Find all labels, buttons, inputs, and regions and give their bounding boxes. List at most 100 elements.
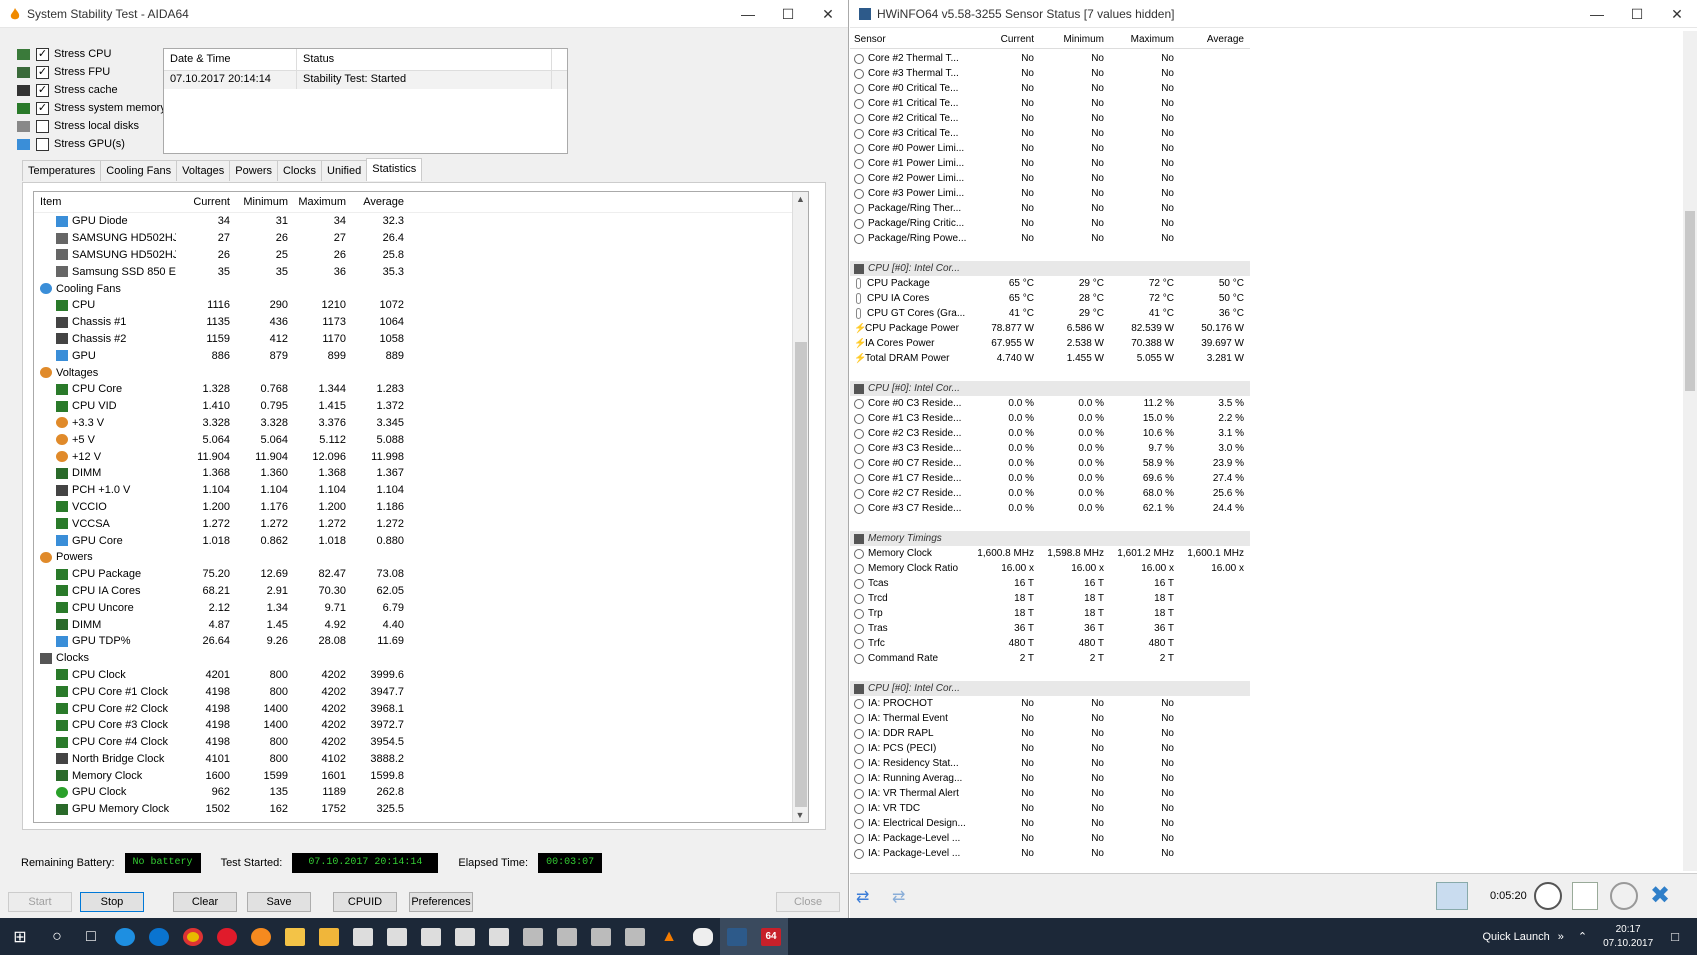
sensor-row[interactable]: Tras 36 T 36 T 36 T [850, 621, 1250, 636]
close-icon[interactable]: ✖ [1650, 882, 1670, 910]
sensor-row[interactable]: CPU GT Cores (Gra... 41 °C 29 °C 41 °C 36 °C [850, 306, 1250, 321]
sensor-row[interactable]: Core #1 Power Limi... No No No [850, 156, 1250, 171]
sensor-row[interactable]: Memory Clock 1,600.8 MHz 1,598.8 MHz 1,601.… [850, 546, 1250, 561]
table-row[interactable]: Samsung SSD 850 EV... 35 35 36 35.3 [34, 263, 808, 280]
maximize-button[interactable]: ☐ [1617, 0, 1657, 28]
table-row[interactable]: CPU IA Cores 68.21 2.91 70.30 62.05 [34, 583, 808, 600]
col-maximum[interactable]: Maximum [1108, 34, 1178, 45]
sensor-group[interactable]: CPU [#0]: Intel Cor... [850, 381, 1250, 396]
sensor-row[interactable]: IA: Package-Level ... No No No [850, 846, 1250, 861]
scroll-thumb[interactable] [1685, 211, 1695, 391]
clapper-icon[interactable] [482, 918, 516, 955]
stop-button[interactable]: Stop [80, 892, 144, 912]
sensor-row[interactable]: CPU Package 65 °C 29 °C 72 °C 50 °C [850, 276, 1250, 291]
sensor-row[interactable]: Trp 18 T 18 T 18 T [850, 606, 1250, 621]
sensor-row[interactable]: Trfc 480 T 480 T 480 T [850, 636, 1250, 651]
report-icon[interactable] [1572, 882, 1598, 910]
table-row[interactable]: GPU 886 879 899 889 [34, 347, 808, 364]
sensor-row[interactable]: Package/Ring Powe... No No No [850, 231, 1250, 246]
sensor-row[interactable]: IA: PCS (PECI) No No No [850, 741, 1250, 756]
close-window-button[interactable]: ✕ [808, 0, 848, 28]
sensor-row[interactable]: IA: PROCHOT No No No [850, 696, 1250, 711]
stress-checkbox[interactable]: ✓ [36, 47, 49, 61]
chevron-icon[interactable]: » [1558, 931, 1564, 943]
sensor-row[interactable]: ⚡ CPU Package Power 78.877 W 6.586 W 82.539 … [850, 321, 1250, 336]
sensor-row[interactable]: Package/Ring Ther... No No No [850, 201, 1250, 216]
clock-icon[interactable] [1534, 882, 1562, 910]
sensor-row[interactable]: ⚡ Total DRAM Power 4.740 W 1.455 W 5.055 W 3.… [850, 351, 1250, 366]
sensor-row[interactable]: IA: Running Averag... No No No [850, 771, 1250, 786]
scroll-down-arrow[interactable]: ▼ [793, 808, 807, 822]
sensor-row[interactable]: Core #3 Critical Te... No No No [850, 126, 1250, 141]
clapper-icon[interactable] [380, 918, 414, 955]
table-row[interactable]: Chassis #1 1135 436 1173 1064 [34, 314, 808, 331]
table-row[interactable]: GPU Clock 962 135 1189 262.8 [34, 784, 808, 801]
sensor-group[interactable]: CPU [#0]: Intel Cor... [850, 681, 1250, 696]
sensor-row[interactable]: Core #0 Power Limi... No No No [850, 141, 1250, 156]
tab-clocks[interactable]: Clocks [276, 160, 322, 181]
col-current[interactable]: Current [176, 196, 234, 208]
chrome-icon[interactable] [176, 918, 210, 955]
media-player-icon[interactable] [312, 918, 346, 955]
stress-option[interactable]: Stress local disks [17, 117, 166, 135]
group-row[interactable]: Voltages [34, 364, 808, 381]
table-row[interactable]: CPU Clock 4201 800 4202 3999.6 [34, 667, 808, 684]
tab-cooling-fans[interactable]: Cooling Fans [100, 160, 178, 181]
sensor-row[interactable]: Command Rate 2 T 2 T 2 T [850, 651, 1250, 666]
sensor-row[interactable]: Core #3 Thermal T... No No No [850, 66, 1250, 81]
sensor-row[interactable]: Core #2 Critical Te... No No No [850, 111, 1250, 126]
sensor-row[interactable]: Core #1 C7 Reside... 0.0 % 0.0 % 69.6 % 27.4… [850, 471, 1250, 486]
edge-icon[interactable] [142, 918, 176, 955]
notification-icon[interactable]: □ [1671, 929, 1679, 944]
col-minimum[interactable]: Minimum [1038, 34, 1108, 45]
stress-option[interactable]: ✓ Stress cache [17, 81, 166, 99]
sensor-row[interactable]: Core #2 C3 Reside... 0.0 % 0.0 % 10.6 % 3.1 … [850, 426, 1250, 441]
firefox-icon[interactable] [244, 918, 278, 955]
table-row[interactable]: North Bridge Clock 4101 800 4102 3888.2 [34, 751, 808, 768]
sensor-row[interactable]: CPU IA Cores 65 °C 28 °C 72 °C 50 °C [850, 291, 1250, 306]
vlc-icon[interactable]: ▲ [652, 918, 686, 955]
clapper-icon[interactable] [448, 918, 482, 955]
stress-option[interactable]: ✓ Stress FPU [17, 63, 166, 81]
hwinfo-titlebar[interactable]: HWiNFO64 v5.58-3255 Sensor Status [7 val… [850, 0, 1697, 28]
preferences-button[interactable]: Preferences [409, 892, 473, 912]
maximize-button[interactable]: ☐ [768, 0, 808, 28]
list-scrollbar[interactable]: ▲ ▼ [792, 192, 808, 822]
sensor-row[interactable]: ⚡ IA Cores Power 67.955 W 2.538 W 70.388 W 39… [850, 336, 1250, 351]
sensor-row[interactable]: IA: DDR RAPL No No No [850, 726, 1250, 741]
table-row[interactable]: +3.3 V 3.328 3.328 3.376 3.345 [34, 415, 808, 432]
table-row[interactable]: SAMSUNG HD502HJ ... 27 26 27 26.4 [34, 230, 808, 247]
col-current[interactable]: Current [968, 34, 1038, 45]
sensor-row[interactable]: IA: Package-Level ... No No No [850, 831, 1250, 846]
minimize-button[interactable]: — [1577, 0, 1617, 28]
table-row[interactable]: +5 V 5.064 5.064 5.112 5.088 [34, 431, 808, 448]
stress-checkbox[interactable]: ✓ [36, 101, 49, 115]
table-row[interactable]: CPU Core #4 Clock 4198 800 4202 3954.5 [34, 734, 808, 751]
table-row[interactable]: GPU Memory Clock 1502 162 1752 325.5 [34, 801, 808, 818]
sensor-row[interactable]: Core #1 C3 Reside... 0.0 % 0.0 % 15.0 % 2.2 … [850, 411, 1250, 426]
col-maximum[interactable]: Maximum [292, 196, 350, 208]
stress-option[interactable]: ✓ Stress system memory [17, 99, 166, 117]
sensor-row[interactable]: IA: VR Thermal Alert No No No [850, 786, 1250, 801]
table-row[interactable]: CPU Core 1.328 0.768 1.344 1.283 [34, 381, 808, 398]
quick-launch-label[interactable]: Quick Launch [1482, 931, 1549, 943]
settings-icon[interactable] [1610, 882, 1638, 910]
col-average[interactable]: Average [1178, 34, 1248, 45]
mask-icon[interactable] [686, 918, 720, 955]
aida64-titlebar[interactable]: System Stability Test - AIDA64 — ☐ ✕ [0, 0, 848, 28]
search-icon[interactable]: ○ [40, 918, 74, 955]
tab-powers[interactable]: Powers [229, 160, 278, 181]
stress-checkbox[interactable]: ✓ [36, 65, 49, 79]
group-row[interactable]: Clocks [34, 650, 808, 667]
arrows-icon[interactable]: ⇄ [856, 887, 869, 907]
hwinfo-taskbar-icon[interactable] [720, 918, 754, 955]
stress-option[interactable]: ✓ Stress CPU [17, 45, 166, 63]
clapper-icon[interactable] [346, 918, 380, 955]
close-window-button[interactable]: ✕ [1657, 0, 1697, 28]
sensor-row[interactable]: Core #0 C7 Reside... 0.0 % 0.0 % 58.9 % 23.9… [850, 456, 1250, 471]
group-row[interactable]: Powers [34, 549, 808, 566]
windows-start-icon[interactable]: ⊞ [0, 918, 40, 955]
start-button[interactable]: Start [8, 892, 72, 912]
stress-option[interactable]: Stress GPU(s) [17, 135, 166, 153]
status-row[interactable]: 07.10.2017 20:14:14 Stability Test: Star… [164, 71, 567, 89]
